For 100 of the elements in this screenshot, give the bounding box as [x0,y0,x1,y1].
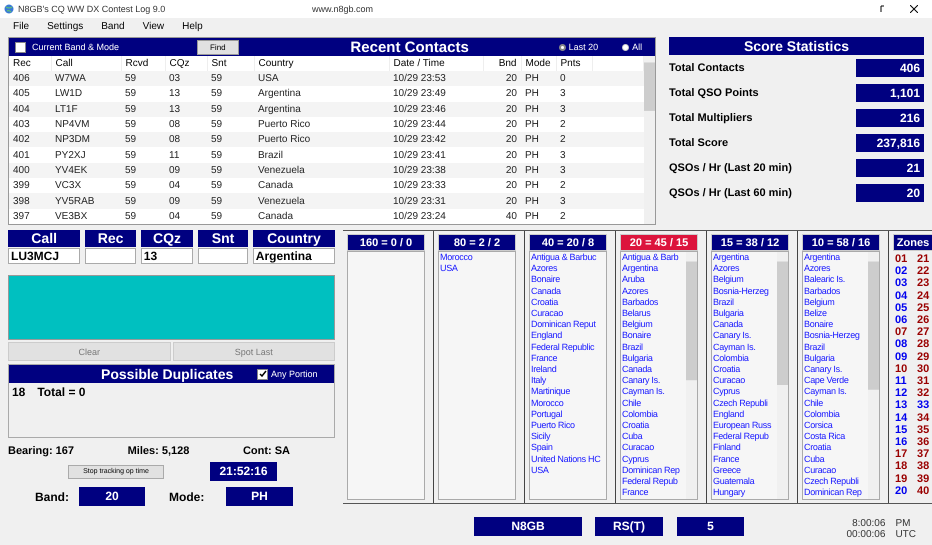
country-item[interactable]: United Nations HC [531,454,606,465]
column-header[interactable]: Call [51,56,121,71]
country-item[interactable]: Costa Rica [804,431,868,442]
country-item[interactable]: Brazil [804,342,868,353]
country-item[interactable]: Canary Is. [804,364,868,376]
country-item[interactable]: European Russ [713,420,777,432]
country-item[interactable]: Balearic Is. [804,274,868,286]
country-item[interactable]: Brazil [713,296,777,308]
column-header[interactable]: Bnd [483,56,521,71]
radio-button[interactable] [622,44,630,50]
country-item[interactable]: Cuba [622,431,686,442]
column-header[interactable]: Rcvd [121,56,165,71]
country-item[interactable]: Hungary [713,487,777,498]
country-list[interactable]: Morocco USA [438,251,516,500]
country-item[interactable]: Czech Republi [804,476,868,488]
input-field[interactable]: 13 [140,248,194,264]
country-item[interactable]: England [531,330,606,342]
country-item[interactable]: Azores [804,263,868,274]
country-item[interactable]: Colombia [622,408,686,420]
column-header[interactable]: Date / Time [389,56,483,71]
country-item[interactable]: Finland [713,442,777,454]
radio-button[interactable] [558,44,566,50]
column-header[interactable]: Mode [521,56,556,71]
country-item[interactable]: Croatia [622,420,686,432]
country-item[interactable]: Aruba [622,274,686,286]
country-list[interactable] [802,251,880,500]
country-item[interactable]: France [622,487,686,498]
country-item[interactable]: Bulgaria [622,352,686,364]
country-item[interactable]: Brazil [622,342,686,353]
country-item[interactable]: Czech Republi [713,398,777,409]
country-item[interactable]: Azores [622,286,686,297]
country-item[interactable]: Spain [531,442,606,454]
input-field[interactable]: Argentina [252,248,335,264]
country-item[interactable]: USA [440,263,515,274]
country-item[interactable]: Curacao [713,375,777,386]
checkbox[interactable] [257,368,268,380]
country-item[interactable]: Antigua & Barbuc [531,252,606,264]
country-item[interactable]: Cape Verde [804,375,868,386]
column-header[interactable]: Rec [9,56,51,71]
country-item[interactable]: Chile [804,398,868,409]
menu-item[interactable]: Help [182,20,203,32]
country-item[interactable]: Argentina [804,252,868,264]
country-item[interactable]: Canary Is. [713,330,777,342]
country-item[interactable]: Bosnia-Herzeg [713,286,777,297]
country-item[interactable]: Dominican Rep [804,487,868,498]
country-item[interactable]: Bulgaria [804,352,868,364]
country-item[interactable]: Morocco [440,252,515,264]
country-item[interactable]: Cayman Is. [622,386,686,398]
country-item[interactable]: Ireland [531,364,606,376]
input-field[interactable] [85,248,136,264]
country-item[interactable]: Barbados [622,296,686,308]
country-item[interactable]: France [713,454,777,465]
country-item[interactable]: Bulgaria [713,308,777,320]
country-item[interactable]: Dominican Reput [531,319,606,330]
country-item[interactable]: Croatia [713,364,777,376]
country-item[interactable]: Belarus [622,308,686,320]
country-item[interactable]: Cyprus [713,386,777,398]
country-item[interactable]: Cayman Is. [713,342,777,353]
country-item[interactable]: Canada [531,286,606,297]
country-item[interactable]: Belgium [622,319,686,330]
column-header[interactable]: Pnts [556,56,592,71]
country-item[interactable]: Antigua & Barb [622,252,686,264]
country-item[interactable]: Federal Repub [622,476,686,488]
menu-item[interactable]: File [13,20,30,32]
find-button[interactable]: Find [197,40,239,54]
country-item[interactable]: Bosnia-Herzeg [804,330,868,342]
country-list[interactable] [711,251,789,500]
country-item[interactable]: Curacao [804,464,868,476]
input-field[interactable]: LU3MCJ [8,248,80,264]
country-item[interactable]: Martinique [531,386,606,398]
country-item[interactable]: Cyprus [622,454,686,465]
country-item[interactable]: Bonaire [622,330,686,342]
country-item[interactable]: Greece [713,464,777,476]
country-item[interactable]: Sicily [531,431,606,442]
column-header[interactable]: Country [254,56,389,71]
country-item[interactable]: Cuba [804,454,868,465]
country-item[interactable]: Bonaire [531,274,606,286]
country-item[interactable]: Argentina [713,252,777,264]
country-item[interactable]: Curacao [622,442,686,454]
country-item[interactable]: Belize [804,308,868,320]
country-item[interactable]: Croatia [804,442,868,454]
country-item[interactable]: Chile [622,398,686,409]
country-item[interactable]: USA [531,464,606,476]
country-item[interactable]: Bonaire [804,319,868,330]
country-item[interactable]: Corsica [804,420,868,432]
country-item[interactable]: Azores [713,263,777,274]
country-item[interactable]: Cayman Is. [804,386,868,398]
menu-item[interactable]: Settings [47,20,84,32]
column-header[interactable]: Snt [207,56,254,71]
menu-item[interactable]: Band [101,20,125,32]
country-item[interactable]: France [531,352,606,364]
country-item[interactable]: Belgium [804,296,868,308]
country-item[interactable]: Morocco [531,398,606,409]
column-header[interactable]: CQz [165,56,207,71]
country-item[interactable]: Colombia [804,408,868,420]
country-item[interactable]: Puerto Rico [531,420,606,432]
menu-item[interactable]: View [142,20,164,32]
country-item[interactable]: Federal Repub [713,431,777,442]
country-item[interactable]: Dominican Rep [622,464,686,476]
country-item[interactable]: Azores [531,263,606,274]
